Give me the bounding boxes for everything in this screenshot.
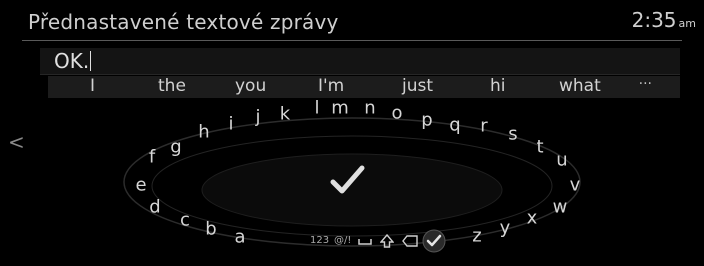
done-icon[interactable] xyxy=(422,229,446,256)
symbols-key[interactable]: @/! xyxy=(334,235,351,246)
key-d[interactable]: d xyxy=(149,197,160,218)
key-j[interactable]: j xyxy=(255,107,260,128)
key-u[interactable]: u xyxy=(556,150,567,171)
space-icon[interactable] xyxy=(358,236,372,249)
key-w[interactable]: w xyxy=(553,197,568,218)
key-x[interactable]: x xyxy=(527,208,538,229)
key-f[interactable]: f xyxy=(149,147,155,168)
key-p[interactable]: p xyxy=(421,110,432,131)
key-l[interactable]: l xyxy=(314,98,319,119)
key-h[interactable]: h xyxy=(198,122,209,143)
key-o[interactable]: o xyxy=(391,103,402,124)
key-i[interactable]: i xyxy=(228,114,233,135)
confirm-checkmark-icon[interactable] xyxy=(327,160,367,200)
key-n[interactable]: n xyxy=(364,98,375,119)
keyboard-ring xyxy=(123,117,581,247)
key-z[interactable]: z xyxy=(472,226,481,247)
key-r[interactable]: r xyxy=(480,116,487,137)
key-a[interactable]: a xyxy=(234,227,245,248)
delete-icon[interactable] xyxy=(402,235,418,250)
key-s[interactable]: s xyxy=(508,124,517,145)
key-t[interactable]: t xyxy=(536,137,543,158)
key-m[interactable]: m xyxy=(331,98,349,119)
key-v[interactable]: v xyxy=(570,175,581,196)
key-c[interactable]: c xyxy=(180,210,190,231)
key-g[interactable]: g xyxy=(170,137,181,158)
numbers-key[interactable]: 123 xyxy=(310,235,329,246)
key-e[interactable]: e xyxy=(135,175,146,196)
key-b[interactable]: b xyxy=(205,219,216,240)
key-y[interactable]: y xyxy=(500,218,511,239)
shift-icon[interactable] xyxy=(379,233,395,251)
key-k[interactable]: k xyxy=(280,104,290,125)
key-q[interactable]: q xyxy=(449,115,460,136)
